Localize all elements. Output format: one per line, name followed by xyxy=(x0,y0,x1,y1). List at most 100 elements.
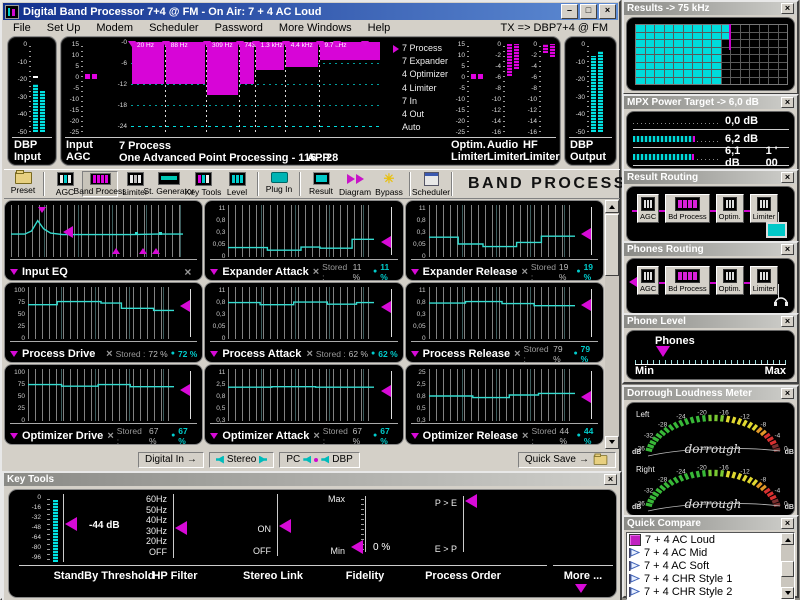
order-ep[interactable]: E > P xyxy=(421,544,457,554)
status-digital-in[interactable]: Digital In → xyxy=(138,452,204,468)
toolbar-band-process[interactable]: Band Process xyxy=(82,171,118,197)
close-icon[interactable]: × xyxy=(599,4,616,19)
close-icon[interactable]: × xyxy=(781,316,794,327)
hp-filter-slider[interactable] xyxy=(175,521,187,535)
expand-icon[interactable] xyxy=(10,351,18,357)
hp-option-20hz[interactable]: 20Hz xyxy=(127,536,167,546)
reset-icon[interactable]: × xyxy=(106,348,112,360)
reset-icon[interactable]: × xyxy=(107,430,113,442)
standby-slider[interactable] xyxy=(65,517,77,531)
toolbar-preset[interactable]: Preset xyxy=(6,171,40,197)
expand-icon[interactable] xyxy=(411,433,419,439)
slider-handle[interactable] xyxy=(581,391,591,403)
close-icon[interactable]: × xyxy=(781,518,794,529)
grid-scrollbar[interactable] xyxy=(605,200,619,449)
reset-icon[interactable]: × xyxy=(313,430,319,442)
eq-point[interactable] xyxy=(159,232,162,235)
band-marker-icon[interactable] xyxy=(282,41,290,47)
stereo-link-off[interactable]: OFF xyxy=(231,546,271,556)
minimize-icon[interactable]: – xyxy=(561,4,578,19)
reset-icon[interactable]: × xyxy=(522,430,528,442)
maximize-icon[interactable]: □ xyxy=(580,4,597,19)
hp-option-50hz[interactable]: 50Hz xyxy=(127,505,167,515)
eq-marker[interactable] xyxy=(112,248,120,254)
expand-icon[interactable] xyxy=(10,269,18,275)
eq-point[interactable] xyxy=(135,232,138,235)
mode-4-out[interactable]: 4 Out xyxy=(393,108,451,121)
scroll-thumb[interactable] xyxy=(781,561,794,577)
hp-option-60hz[interactable]: 60Hz xyxy=(127,494,167,504)
reset-icon[interactable]: × xyxy=(313,266,319,278)
toolbar-scheduler[interactable]: Scheduler xyxy=(414,171,448,197)
phone-level-titlebar[interactable]: Phone Level × xyxy=(624,315,797,328)
preset-scrollbar[interactable] xyxy=(781,533,794,599)
preset-7-4-ac-mid[interactable]: 7 + 4 AC Mid xyxy=(627,546,794,559)
expand-icon[interactable] xyxy=(210,351,218,357)
mode-auto[interactable]: Auto xyxy=(393,121,451,134)
scroll-thumb[interactable] xyxy=(605,214,619,276)
mode-4-optimizer[interactable]: 4 Optimizer xyxy=(393,68,451,81)
expand-icon[interactable] xyxy=(210,433,218,439)
close-icon[interactable]: × xyxy=(184,265,191,279)
close-icon[interactable]: × xyxy=(781,244,794,255)
mode-4-limiter[interactable]: 4 Limiter xyxy=(393,82,451,95)
quick-compare-titlebar[interactable]: Quick Compare × xyxy=(624,517,797,530)
more-button[interactable]: More ... xyxy=(553,570,613,582)
slider-handle[interactable] xyxy=(381,301,391,313)
menu-set-up[interactable]: Set Up xyxy=(39,22,89,34)
headphones-icon[interactable] xyxy=(773,293,789,312)
hp-option-30hz[interactable]: 30Hz xyxy=(127,526,167,536)
status-stereo[interactable]: Stereo xyxy=(209,452,274,468)
mode-7-expander[interactable]: 7 Expander xyxy=(393,55,451,68)
toolbar-plug-in[interactable]: Plug In xyxy=(262,171,296,197)
band-marker-icon[interactable] xyxy=(361,41,369,47)
expand-icon[interactable] xyxy=(411,269,419,275)
results-titlebar[interactable]: Results -> 75 kHz × xyxy=(624,2,797,15)
fidelity-slider[interactable] xyxy=(351,540,363,554)
scroll-down-icon[interactable] xyxy=(605,436,619,449)
scroll-up-icon[interactable] xyxy=(605,200,619,213)
reset-icon[interactable]: × xyxy=(514,348,520,360)
expand-icon[interactable] xyxy=(10,433,18,439)
preset-7-4-ac-soft[interactable]: 7 + 4 AC Soft xyxy=(627,559,794,572)
mpx-titlebar[interactable]: MPX Power Target -> 6,0 dB × xyxy=(624,96,797,109)
menu-help[interactable]: Help xyxy=(360,22,399,34)
preset-7-4-ac-loud[interactable]: 7 + 4 AC Loud xyxy=(627,533,794,546)
menu-scheduler[interactable]: Scheduler xyxy=(141,22,207,34)
band-marker-icon[interactable] xyxy=(203,41,211,47)
close-icon[interactable]: × xyxy=(781,3,794,14)
toolbar-diagram[interactable]: Diagram xyxy=(338,171,372,197)
toolbar-level[interactable]: Level xyxy=(220,171,254,197)
band-marker-icon[interactable] xyxy=(128,41,136,47)
menu-file[interactable]: File xyxy=(5,22,39,34)
eq-marker[interactable] xyxy=(63,226,73,238)
phones-routing-titlebar[interactable]: Phones Routing × xyxy=(624,243,797,256)
toolbar-result[interactable]: Result xyxy=(304,171,338,197)
slider-handle[interactable] xyxy=(381,385,391,397)
routing-agc[interactable]: AGC xyxy=(637,266,659,295)
routing-limiter[interactable]: Limiter xyxy=(750,194,779,223)
dorrough-titlebar[interactable]: Dorrough Loudness Meter × xyxy=(624,387,797,400)
routing-agc[interactable]: AGC xyxy=(637,194,659,223)
routing-optim[interactable]: Optim. xyxy=(716,266,744,295)
result-routing-titlebar[interactable]: Result Routing × xyxy=(624,171,797,184)
eq-marker[interactable] xyxy=(38,207,46,213)
routing-bd-process[interactable]: Bd Process xyxy=(665,266,709,295)
eq-marker[interactable] xyxy=(152,248,160,254)
slider-handle[interactable] xyxy=(180,384,190,396)
order-slider[interactable] xyxy=(465,494,477,508)
close-icon[interactable]: × xyxy=(604,474,617,485)
toolbar-bypass[interactable]: ✳Bypass xyxy=(372,171,406,197)
close-icon[interactable]: × xyxy=(781,97,794,108)
slider-handle[interactable] xyxy=(581,299,591,311)
menu-more-windows[interactable]: More Windows xyxy=(271,22,360,34)
band-marker-icon[interactable] xyxy=(333,41,341,47)
slider-handle[interactable] xyxy=(381,236,391,248)
stereo-link-on[interactable]: ON xyxy=(231,524,271,534)
monitor-icon[interactable] xyxy=(766,222,787,238)
routing-bd-process[interactable]: Bd Process xyxy=(665,194,709,223)
scroll-up-icon[interactable] xyxy=(781,533,794,545)
expand-icon[interactable] xyxy=(411,351,419,357)
close-icon[interactable]: × xyxy=(781,388,794,399)
routing-limiter[interactable]: Limiter xyxy=(750,266,779,295)
